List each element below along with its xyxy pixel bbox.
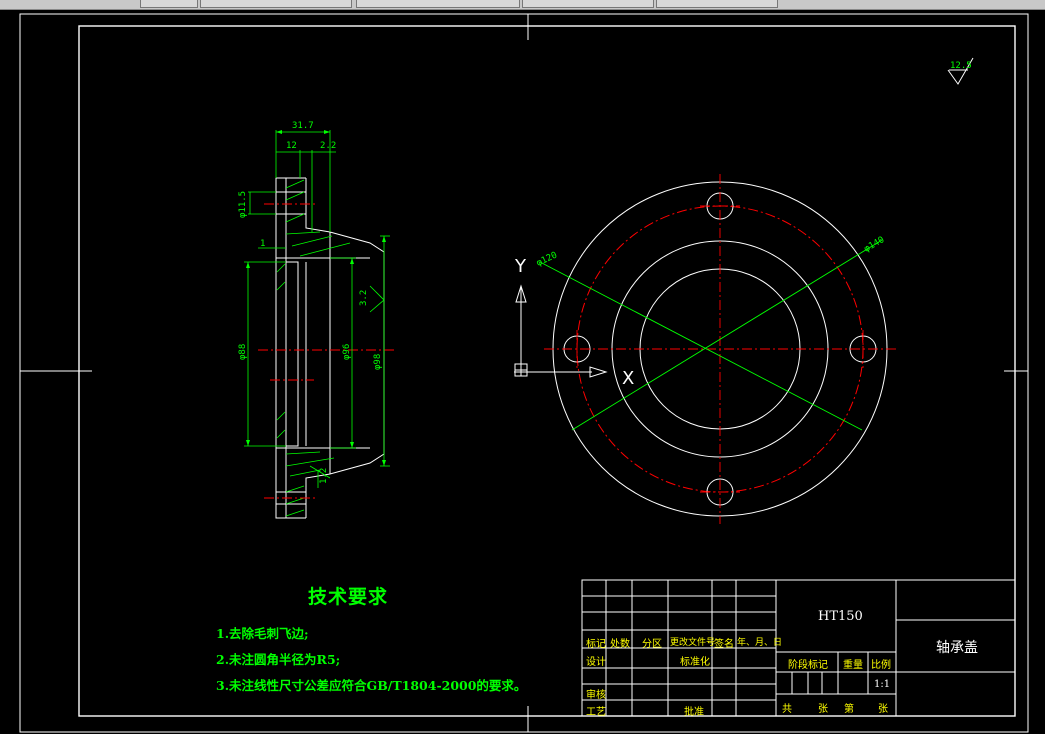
dim-total-width: 31.7 xyxy=(292,121,314,131)
axis-y-label: Y xyxy=(514,256,527,277)
tb-standard: 标准化 xyxy=(680,657,710,668)
toolbar-button-1[interactable] xyxy=(140,0,198,8)
tb-date: 年、月、日 xyxy=(737,638,783,648)
dim-bottom: 1.2 xyxy=(319,468,329,484)
dim-b: 2.2 xyxy=(320,141,336,151)
side-view xyxy=(244,130,396,519)
dim-hole: φ11.5 xyxy=(238,191,248,218)
toolbar-button-3[interactable] xyxy=(356,0,520,8)
roughness-label: 12.5 xyxy=(950,61,972,71)
tb-craft: 工艺 xyxy=(586,707,606,718)
drawing-canvas[interactable]: 12.5 31.7 12 2.2 φ11.5 1 3.2 φ88 φ96 φ98… xyxy=(0,9,1045,734)
part-name: 轴承盖 xyxy=(936,640,978,656)
tb-sheet2: 张 xyxy=(878,704,888,715)
dim-taper: 3.2 xyxy=(359,290,369,306)
toolbar-button-2[interactable] xyxy=(200,0,352,8)
toolbar-button-4[interactable] xyxy=(522,0,654,8)
material-label: HT150 xyxy=(818,609,863,624)
scale-value: 1:1 xyxy=(874,679,891,690)
tb-stage: 阶段标记 xyxy=(788,660,828,671)
dim-small: 1 xyxy=(260,239,265,249)
tb-design: 设计 xyxy=(586,657,606,668)
dim-a: 12 xyxy=(286,141,297,151)
tech-note-1: 1.去除毛刺飞边; xyxy=(216,626,309,641)
tb-sheet: 张 xyxy=(818,704,828,715)
tb-total: 共 xyxy=(782,704,792,715)
sheet-outer-border xyxy=(19,13,1029,733)
tb-zone: 分区 xyxy=(642,639,662,650)
toolbar-button-5[interactable] xyxy=(656,0,778,8)
tech-note-2: 2.未注圆角半径为R5; xyxy=(216,652,341,667)
axis-x-label: X xyxy=(622,368,634,389)
centering-marks xyxy=(20,14,1028,732)
tb-sign: 签名 xyxy=(714,639,734,650)
dim-left-dia: φ88 xyxy=(238,344,248,360)
tb-mark: 标记 xyxy=(586,639,606,650)
tech-note-3: 3.未注线性尺寸公差应符合GB/T1804-2000的要求。 xyxy=(216,678,527,693)
dim-outer: φ140 xyxy=(863,235,887,255)
tb-weight: 重量 xyxy=(843,660,863,671)
dim-right-dia: φ98 xyxy=(373,354,383,370)
dim-mid-dia: φ96 xyxy=(342,344,352,360)
front-view xyxy=(539,174,896,524)
tb-nth: 第 xyxy=(844,704,854,715)
tb-count: 处数 xyxy=(610,639,630,650)
tb-review: 审核 xyxy=(586,690,606,701)
sheet-inner-frame xyxy=(78,25,1016,717)
tech-requirements-title: 技术要求 xyxy=(308,586,389,608)
tb-approve: 批准 xyxy=(684,707,704,718)
tb-ratio: 比例 xyxy=(871,660,891,671)
tb-doc: 更改文件号 xyxy=(670,638,716,648)
